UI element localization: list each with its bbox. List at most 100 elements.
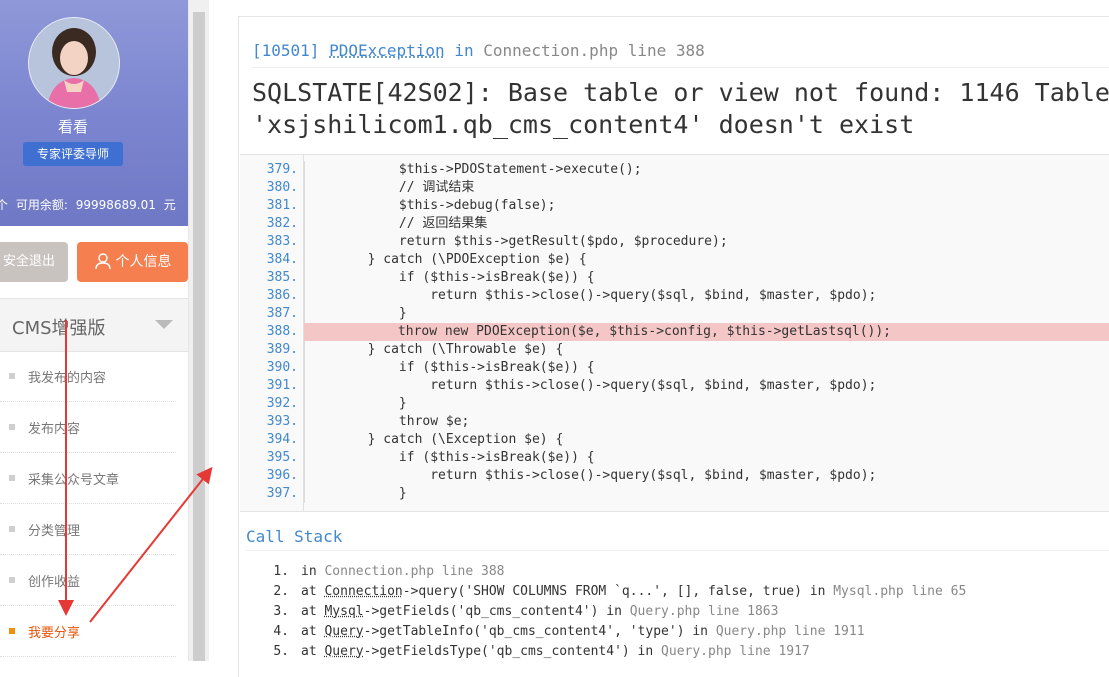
code-text: } <box>304 395 407 413</box>
exception-page: [10501] PDOException in Connection.php l… <box>238 16 1109 677</box>
bullet-icon <box>9 628 15 634</box>
balance-amount: 99998689.01 <box>75 198 156 212</box>
source-code-block: 379. $this->PDOStatement->execute(); 380.… <box>240 154 1109 512</box>
sidebar-item-label: 创作收益 <box>28 575 81 590</box>
bullet-icon <box>9 475 15 481</box>
scrollbar-thumb[interactable] <box>193 12 205 661</box>
call-stack-call: ->query('SHOW COLUMNS FROM `q...', [], f… <box>402 584 826 599</box>
call-stack-item: 5. at Query->getFieldsType('qb_cms_conten… <box>269 644 810 659</box>
line-number: 391. <box>266 378 298 393</box>
call-stack-prefix: in <box>301 564 317 579</box>
source-line: 392. } <box>240 395 1109 413</box>
sidebar-scrollbar[interactable] <box>188 0 209 661</box>
sidebar-item-label: 分类管理 <box>28 524 81 539</box>
bullet-icon <box>9 373 15 379</box>
call-stack-class[interactable]: Query <box>324 644 363 659</box>
call-stack-location: Connection.php line 388 <box>324 564 505 579</box>
source-line: 394. } catch (\Exception $e) { <box>240 431 1109 449</box>
call-stack-location: Query.php line 1917 <box>661 644 810 659</box>
sidebar-item-share[interactable]: 我要分享 <box>0 606 176 657</box>
sidebar-item-label: 采集公众号文章 <box>28 473 120 488</box>
exception-class[interactable]: PDOException <box>329 41 445 60</box>
code-text: } catch (\Exception $e) { <box>304 431 564 449</box>
code-text: return $this->close()->query($sql, $bind… <box>304 467 877 485</box>
line-number: 387. <box>266 306 298 321</box>
logout-label: 安全退出 <box>2 254 55 269</box>
user-icon <box>94 252 111 269</box>
sidebar-item-label: 我发布的内容 <box>28 371 107 386</box>
avatar[interactable] <box>28 17 120 109</box>
line-number: 396. <box>266 468 298 483</box>
message-line-1: SQLSTATE[42S02]: Base table or view not … <box>252 78 1109 107</box>
sidebar-item-categories[interactable]: 分类管理 <box>0 504 176 555</box>
balance-label: 可用余额: <box>15 198 68 212</box>
error-code: [10501] <box>252 41 320 60</box>
menu-section-header[interactable]: CMS增强版 <box>0 298 188 352</box>
message-line-2: 'xsjshilicom1.qb_cms_content4' doesn't e… <box>252 110 915 139</box>
balance-unit: 元 <box>163 198 176 212</box>
call-stack-title: Call Stack <box>246 527 343 546</box>
source-line: 381. $this->debug(false); <box>240 197 1109 215</box>
line-word: line <box>627 41 667 60</box>
logout-button[interactable]: 安全退出 <box>0 242 68 282</box>
line-number: 393. <box>266 414 298 429</box>
call-stack-number: 2. <box>273 584 289 599</box>
username: 看看 <box>57 118 88 136</box>
source-line: 383. return $this->getResult($pdo, $proc… <box>240 233 1109 251</box>
line-number: 386. <box>266 288 298 303</box>
bullet-icon <box>9 526 15 532</box>
call-stack-prefix: at <box>301 624 317 639</box>
profile-card: 看看 专家评委导师 个 可用余额: 99998689.01 元 <box>0 0 188 226</box>
call-stack-number: 5. <box>273 644 289 659</box>
call-stack-class[interactable]: Mysql <box>324 604 363 619</box>
sidebar-item-my-content[interactable]: 我发布的内容 <box>0 351 176 402</box>
bullet-icon <box>9 424 15 430</box>
code-text: if ($this->isBreak($e)) { <box>304 269 595 287</box>
code-text: } <box>304 485 407 503</box>
code-text: $this->debug(false); <box>304 197 556 215</box>
source-line: 386. return $this->close()->query($sql, … <box>240 287 1109 305</box>
line-number: 388. <box>266 324 298 339</box>
call-stack-item: 3. at Mysql->getFields('qb_cms_content4')… <box>269 604 778 619</box>
call-stack-number: 4. <box>273 624 289 639</box>
code-text: throw new PDOException($e, $this->config… <box>304 324 891 339</box>
source-line: 387. } <box>240 305 1109 323</box>
code-text: // 调试结束 <box>304 179 475 197</box>
source-line: 385. if ($this->isBreak($e)) { <box>240 269 1109 287</box>
role-badge: 专家评委导师 <box>23 142 123 166</box>
call-stack-item: 4. at Query->getTableInfo('qb_cms_content… <box>269 624 864 639</box>
line-number: 395. <box>266 450 298 465</box>
code-text: if ($this->isBreak($e)) { <box>304 359 595 377</box>
code-text: return $this->close()->query($sql, $bind… <box>304 377 877 395</box>
line-number: 397. <box>266 486 298 501</box>
call-stack-location: Query.php line 1863 <box>629 604 779 619</box>
sidebar-item-label: 发布内容 <box>28 422 81 437</box>
source-line: 395. if ($this->isBreak($e)) { <box>240 449 1109 467</box>
exception-file: Connection.php <box>483 41 619 60</box>
sidebar-item-collect-articles[interactable]: 采集公众号文章 <box>0 453 176 504</box>
sidebar-item-publish[interactable]: 发布内容 <box>0 402 176 453</box>
profile-info-button[interactable]: 个人信息 <box>77 242 188 282</box>
call-stack-class[interactable]: Connection <box>324 584 402 599</box>
call-stack-number: 3. <box>273 604 289 619</box>
call-stack-prefix: at <box>301 604 317 619</box>
bullet-icon <box>9 577 15 583</box>
call-stack-call: ->getTableInfo('qb_cms_content4', 'type'… <box>363 624 708 639</box>
line-number: 392. <box>266 396 298 411</box>
source-line: 390. if ($this->isBreak($e)) { <box>240 359 1109 377</box>
call-stack-call: ->getFields('qb_cms_content4') in <box>363 604 622 619</box>
call-stack-item: 2. at Connection->query('SHOW COLUMNS FRO… <box>269 584 966 599</box>
code-text: } catch (\PDOException $e) { <box>304 251 587 269</box>
in-word: in <box>454 41 474 60</box>
code-text: } <box>304 305 407 323</box>
line-number: 389. <box>266 342 298 357</box>
line-number: 383. <box>266 234 298 249</box>
call-stack-class[interactable]: Query <box>324 624 363 639</box>
source-line: 379. $this->PDOStatement->execute(); <box>240 161 1109 179</box>
code-text: } catch (\Throwable $e) { <box>304 341 564 359</box>
chevron-down-icon[interactable] <box>155 320 173 329</box>
menu-section-title: CMS增强版 <box>12 318 106 339</box>
divider <box>252 67 1109 68</box>
exception-message: SQLSTATE[42S02]: Base table or view not … <box>252 77 1109 141</box>
sidebar-item-earnings[interactable]: 创作收益 <box>0 555 176 606</box>
